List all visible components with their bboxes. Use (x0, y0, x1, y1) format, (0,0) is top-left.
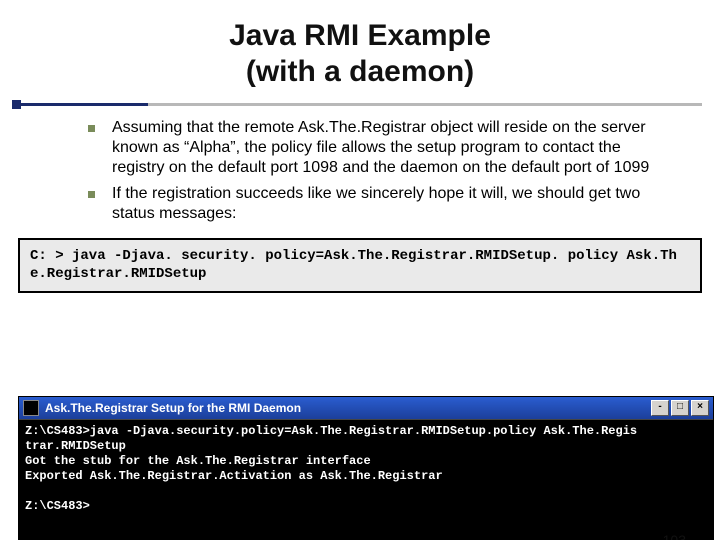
window-title: Ask.The.Registrar Setup for the RMI Daem… (45, 401, 651, 415)
bullet-item: Assuming that the remote Ask.The.Registr… (112, 118, 652, 178)
terminal-line: Got the stub for the Ask.The.Registrar i… (25, 454, 371, 468)
cmd-icon (23, 400, 39, 416)
terminal-line: trar.RMIDSetup (25, 439, 126, 453)
page-number: 103 (663, 532, 686, 540)
terminal-line: Z:\CS483> (25, 499, 90, 513)
bullet-text: Assuming that the remote Ask.The.Registr… (112, 119, 649, 176)
terminal-line: Exported Ask.The.Registrar.Activation as… (25, 469, 443, 483)
window-title-bar: Ask.The.Registrar Setup for the RMI Daem… (19, 397, 713, 419)
maximize-button[interactable]: □ (671, 400, 689, 416)
slide-title: Java RMI Example (with a daemon) (0, 18, 720, 90)
bullet-item: If the registration succeeds like we sin… (112, 184, 652, 224)
command-code-block: C: > java -Djava. security. policy=Ask.T… (18, 238, 702, 293)
bullet-icon (88, 125, 95, 132)
window-buttons: - □ × (651, 400, 709, 416)
divider-square-icon (12, 100, 21, 109)
minimize-button[interactable]: - (651, 400, 669, 416)
bullet-list: Assuming that the remote Ask.The.Registr… (112, 118, 652, 224)
bullet-text: If the registration succeeds like we sin… (112, 185, 640, 222)
slide: Java RMI Example (with a daemon) Assumin… (0, 18, 720, 540)
title-line-2: (with a daemon) (246, 55, 474, 88)
bullet-icon (88, 191, 95, 198)
command-prompt-window: Ask.The.Registrar Setup for the RMI Daem… (18, 396, 714, 540)
terminal-output: Z:\CS483>java -Djava.security.policy=Ask… (19, 419, 713, 540)
divider-navy (18, 103, 148, 106)
close-button[interactable]: × (691, 400, 709, 416)
title-line-1: Java RMI Example (229, 19, 491, 52)
terminal-line: Z:\CS483>java -Djava.security.policy=Ask… (25, 424, 637, 438)
title-divider (0, 98, 720, 112)
